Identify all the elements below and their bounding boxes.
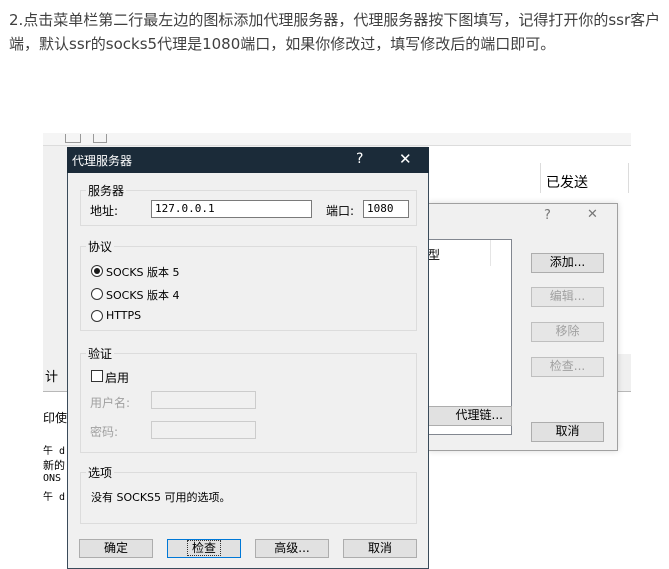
server-group-label: 服务器 <box>86 182 127 199</box>
toolbar-icon[interactable] <box>93 134 107 143</box>
port-input[interactable]: 1080 <box>363 200 409 218</box>
close-icon[interactable]: ✕ <box>587 207 598 222</box>
options-group-label: 选项 <box>86 464 115 481</box>
check-button-label: 检查 <box>186 540 222 556</box>
proxy-list-cancel-button[interactable]: 取消 <box>531 422 604 442</box>
toolbar-icon[interactable] <box>65 134 81 143</box>
username-label: 用户名: <box>90 396 131 410</box>
partial-text: 新的 <box>43 459 65 472</box>
enable-auth-label[interactable]: 启用 <box>105 369 129 386</box>
auth-group-label: 验证 <box>86 345 115 362</box>
password-label: 密码: <box>90 425 119 439</box>
list-column-header: 型 <box>428 248 441 262</box>
add-proxy-button[interactable]: 添加... <box>531 253 604 273</box>
advanced-button[interactable]: 高级... <box>255 539 329 558</box>
address-input[interactable]: 127.0.0.1 <box>151 200 312 218</box>
socks4-label[interactable]: SOCKS 版本 4 <box>106 287 180 303</box>
list-column-divider <box>490 240 491 266</box>
dialog-title: 代理服务器 <box>72 154 133 168</box>
help-icon[interactable]: ? <box>544 208 551 223</box>
password-input[interactable] <box>151 421 256 439</box>
https-label[interactable]: HTTPS <box>106 309 141 322</box>
username-input[interactable] <box>151 391 256 409</box>
enable-auth-checkbox[interactable] <box>91 370 103 382</box>
partial-text: 计 <box>45 370 59 385</box>
proxy-chain-button[interactable]: 代理链... <box>428 406 512 426</box>
port-label: 端口: <box>326 204 355 218</box>
https-radio[interactable] <box>91 310 103 322</box>
socks4-radio[interactable] <box>91 288 103 300</box>
ok-button[interactable]: 确定 <box>79 539 153 558</box>
sent-column-header: 已发送 <box>546 175 588 191</box>
address-label: 地址: <box>90 204 119 218</box>
edit-proxy-button[interactable]: 编辑... <box>531 287 604 307</box>
background-toolbar <box>43 133 631 146</box>
protocol-group-label: 协议 <box>86 238 115 255</box>
socks5-radio[interactable] <box>91 265 103 277</box>
help-icon[interactable]: ? <box>356 151 363 167</box>
socks5-label[interactable]: SOCKS 版本 5 <box>106 264 180 280</box>
partial-text: 印使 <box>43 411 68 425</box>
check-proxy-button[interactable]: 检查... <box>531 357 604 377</box>
sent-column-divider-right <box>628 163 629 193</box>
instruction-text: 2.点击菜单栏第二行最左边的图标添加代理服务器，代理服务器按下图填写，记得打开你… <box>9 11 661 53</box>
partial-text: 午 d <box>43 446 66 457</box>
remove-proxy-button[interactable]: 移除 <box>531 322 604 342</box>
options-text: 没有 SOCKS5 可用的选项。 <box>91 491 231 504</box>
close-icon[interactable]: ✕ <box>399 150 412 168</box>
partial-text: 午 d <box>43 492 66 503</box>
screenshot: 已发送 计 印使 午 d 新的 ONS : 午 d ? ✕ 型 添加... 编辑… <box>43 133 631 569</box>
check-button[interactable]: 检查 <box>167 539 241 558</box>
cancel-button[interactable]: 取消 <box>343 539 417 558</box>
sent-column-divider <box>540 163 541 193</box>
